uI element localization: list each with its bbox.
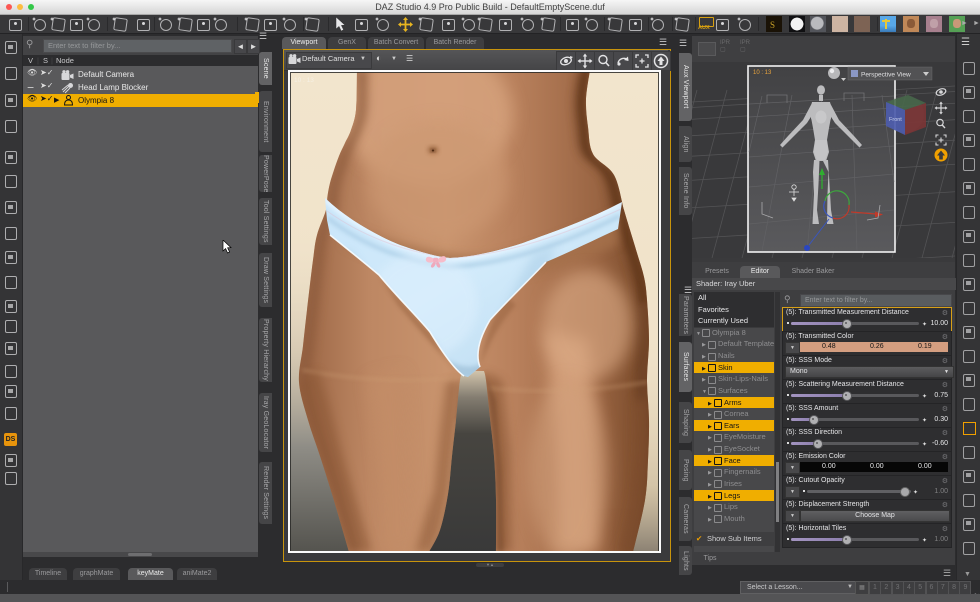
svg-text:10 : 13: 10 : 13 — [753, 70, 772, 76]
svg-text:Perspective View: Perspective View — [861, 72, 911, 79]
svg-text:10 : 13: 10 : 13 — [294, 77, 314, 84]
svg-text:Front: Front — [889, 117, 902, 123]
